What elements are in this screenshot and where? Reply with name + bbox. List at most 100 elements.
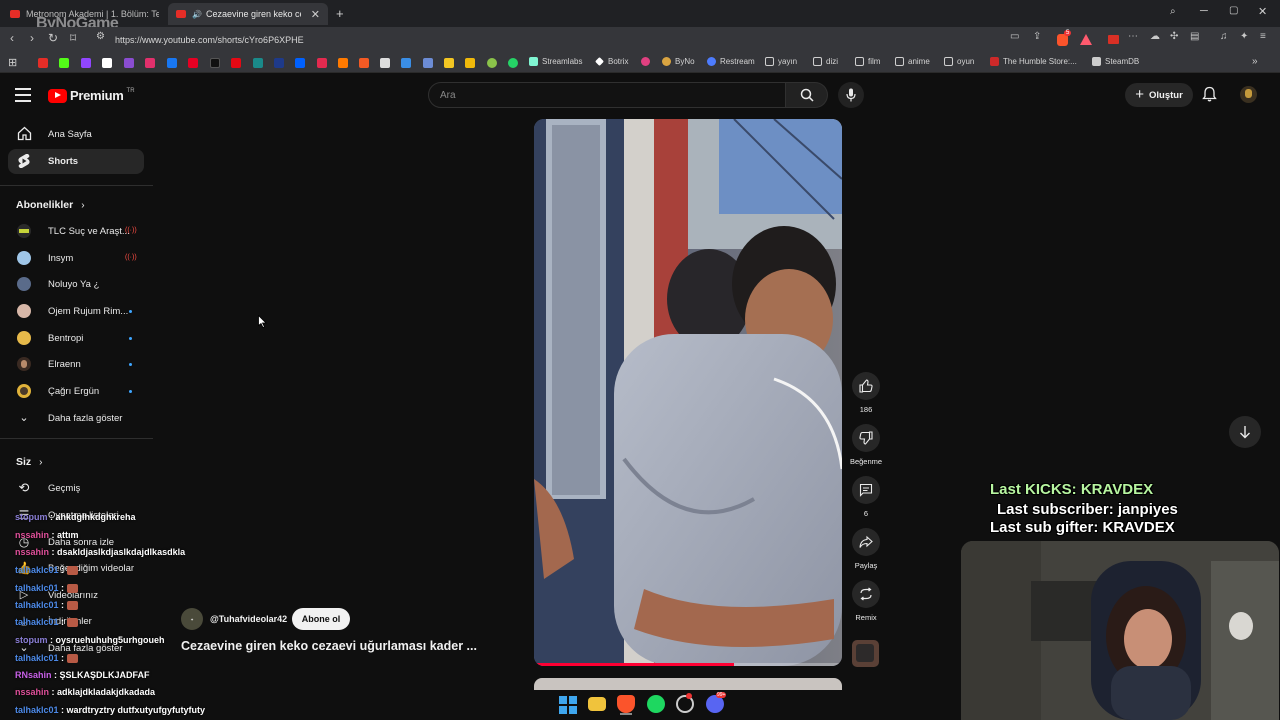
home-icon[interactable]	[16, 126, 32, 142]
pinterest-bookmark-icon[interactable]	[188, 58, 198, 68]
more-bookmarks-icon[interactable]: »	[1252, 56, 1258, 67]
bookmark-icon-15[interactable]	[338, 58, 348, 68]
voice-search-button[interactable]	[838, 82, 864, 108]
show-more-subscriptions[interactable]: Daha fazla göster	[48, 413, 122, 424]
create-button[interactable]: + Oluştur	[1125, 83, 1193, 107]
facebook-bookmark-icon[interactable]	[167, 58, 177, 68]
netflix-bookmark-icon[interactable]	[231, 58, 241, 68]
bookmark-folder-dizi[interactable]: dizi	[813, 57, 838, 66]
search-tabs-icon[interactable]: ⌕	[1170, 6, 1176, 17]
forward-icon[interactable]: ›	[30, 31, 34, 45]
account-avatar[interactable]	[1240, 86, 1257, 103]
comments-button[interactable]	[852, 476, 880, 504]
sidebar-sub-bentropi[interactable]: Bentropi	[48, 333, 83, 344]
bookmark-icon-18[interactable]	[401, 58, 411, 68]
bookmark-folder-anime[interactable]: anime	[895, 57, 930, 66]
bookmark-icon-pink[interactable]	[641, 57, 654, 66]
extension-icon[interactable]: ☁	[1150, 31, 1160, 42]
x-bookmark-icon[interactable]	[102, 58, 112, 68]
bookmark-botrix[interactable]: Botrix	[595, 57, 628, 66]
close-window-button[interactable]: ✕	[1258, 5, 1267, 18]
subscriptions-heading[interactable]: Abonelikler ›	[16, 199, 85, 211]
bookmark-icon-11[interactable]	[253, 58, 263, 68]
more-extensions-icon[interactable]: ⋯	[1128, 31, 1138, 42]
share-button[interactable]	[852, 528, 880, 556]
sidebar-item-home[interactable]: Ana Sayfa	[48, 129, 92, 140]
instagram-bookmark-icon[interactable]	[145, 58, 155, 68]
sidebar-sub-noluyo[interactable]: Noluyo Ya ¿	[48, 279, 99, 290]
bookmark-folder-yayin[interactable]: yayın	[765, 57, 797, 66]
whatsapp-bookmark-icon[interactable]	[508, 58, 518, 68]
share-icon[interactable]: ⇪	[1033, 31, 1041, 42]
hamburger-menu-icon[interactable]	[15, 88, 31, 102]
tiktok-bookmark-icon[interactable]	[210, 58, 220, 68]
bookmark-icon-19[interactable]	[423, 58, 433, 68]
bookmark-icon[interactable]: ⌑	[70, 31, 76, 45]
sidebar-sub-tlc[interactable]: TLC Suç ve Araşt...	[48, 226, 130, 237]
url-field[interactable]: https://www.youtube.com/shorts/cYro6P6XP…	[90, 31, 1095, 49]
short-channel-name[interactable]: @Tuhafvideolar42	[210, 614, 287, 624]
sidebar-item-history[interactable]: Geçmiş	[48, 483, 80, 494]
brave-browser-icon[interactable]	[617, 695, 635, 713]
menu-icon[interactable]: ≡	[1260, 31, 1266, 42]
kick-bookmark-icon[interactable]	[59, 58, 69, 68]
windows-start-icon[interactable]	[558, 695, 577, 714]
dislike-button[interactable]	[852, 424, 880, 452]
spotify-icon[interactable]	[647, 695, 665, 713]
bookmark-icon-5[interactable]	[124, 58, 134, 68]
short-title[interactable]: Cezaevine giren keko cezaevi uğurlaması …	[181, 639, 477, 653]
site-info-icon[interactable]: ⚙	[96, 31, 105, 42]
twitch-bookmark-icon[interactable]	[81, 58, 91, 68]
subscribe-button[interactable]: Abone ol	[292, 608, 350, 630]
you-heading[interactable]: Siz ›	[16, 456, 43, 468]
bookmark-icon-13[interactable]	[295, 58, 305, 68]
channel-avatar-short[interactable]: ✦	[181, 608, 203, 630]
binance-bookmark-icon[interactable]	[465, 58, 475, 68]
bookmark-icon-20[interactable]	[444, 58, 454, 68]
youtube-logo[interactable]: Premium TR	[48, 88, 135, 103]
sidebar-sub-ojem[interactable]: Ojem Rujum Rim...	[48, 306, 128, 317]
sidebar-toggle-icon[interactable]: ▤	[1190, 31, 1199, 42]
video-progress-track[interactable]	[534, 663, 842, 666]
bookmark-icon-14[interactable]	[317, 58, 327, 68]
file-explorer-icon[interactable]	[588, 697, 606, 711]
gmail-icon[interactable]	[1108, 35, 1119, 44]
cast-icon[interactable]: ▭	[1010, 31, 1019, 42]
search-button[interactable]	[786, 82, 828, 108]
like-button[interactable]	[852, 372, 880, 400]
shorts-video-player[interactable]	[534, 119, 842, 666]
brave-rewards-icon[interactable]	[1080, 34, 1092, 45]
youtube-bookmark-icon[interactable]	[38, 58, 48, 68]
sidebar-sub-elraenn[interactable]: Elraenn	[48, 359, 81, 370]
bookmark-restream[interactable]: Restream	[707, 57, 755, 66]
bookmark-icon-16[interactable]	[359, 58, 369, 68]
bookmark-folder-film[interactable]: film	[855, 57, 880, 66]
bookmark-folder-oyun[interactable]: oyun	[944, 57, 974, 66]
puzzle-extensions-icon[interactable]: ✣	[1170, 31, 1178, 42]
remix-button[interactable]	[852, 580, 880, 608]
bookmark-icon-12[interactable]	[274, 58, 284, 68]
apps-grid-icon[interactable]: ⊞	[8, 56, 17, 69]
close-tab-icon[interactable]: ✕	[311, 8, 320, 21]
bookmark-byno[interactable]: ByNo	[662, 57, 695, 66]
minimize-button[interactable]: ─	[1200, 5, 1208, 17]
next-short-button[interactable]	[1229, 416, 1261, 448]
notifications-bell-icon[interactable]	[1202, 86, 1217, 107]
media-icon[interactable]: ♫	[1220, 31, 1228, 42]
leo-icon[interactable]: ✦	[1240, 31, 1248, 42]
bookmark-steamdb[interactable]: SteamDB	[1092, 57, 1139, 66]
sidebar-sub-cagri[interactable]: Çağrı Ergün	[48, 386, 99, 397]
bookmark-streamlabs[interactable]: Streamlabs	[529, 57, 582, 66]
tab-cezaevi[interactable]: 🔊 Cezaevine giren keko cezaevi ✕	[168, 3, 328, 25]
sidebar-sub-insym[interactable]: Insym	[48, 253, 73, 264]
sound-thumbnail[interactable]	[852, 640, 879, 667]
bookmark-icon-22[interactable]	[487, 58, 497, 68]
next-short-preview[interactable]	[534, 678, 842, 690]
bookmark-humble[interactable]: The Humble Store:...	[990, 57, 1077, 66]
maximize-button[interactable]: ▢	[1229, 5, 1238, 16]
reload-icon[interactable]: ↻	[48, 31, 58, 45]
search-input[interactable]: Ara	[428, 82, 786, 108]
new-tab-button[interactable]: +	[336, 6, 344, 21]
back-icon[interactable]: ‹	[10, 31, 14, 45]
bookmark-icon-17[interactable]	[380, 58, 390, 68]
